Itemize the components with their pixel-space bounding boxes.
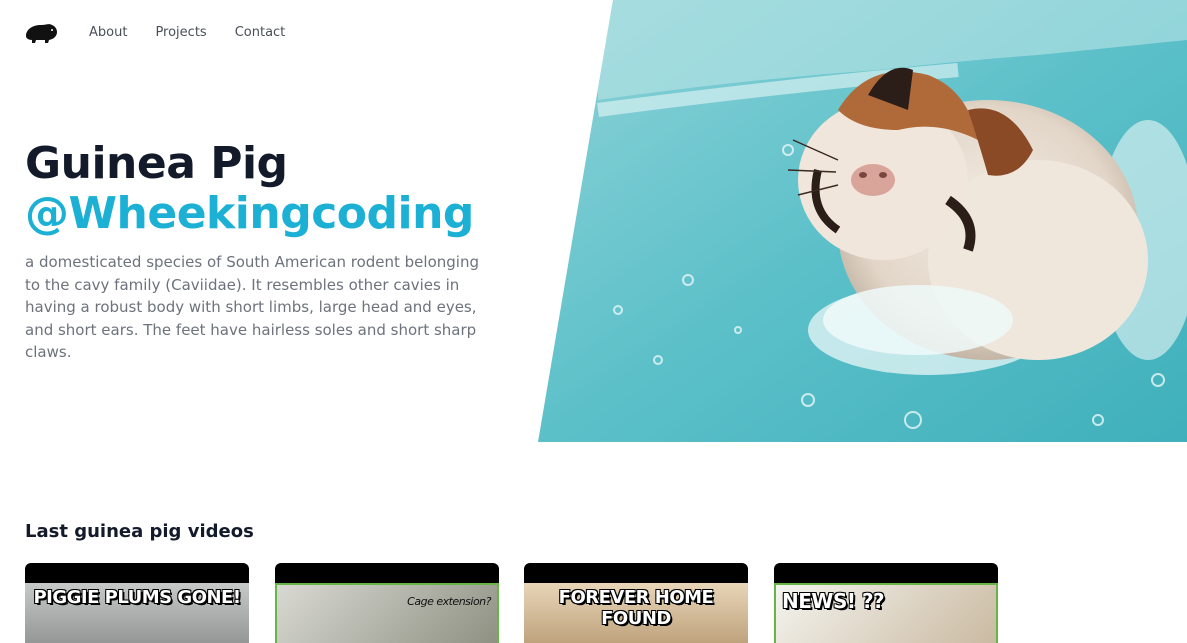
videos-section-title: Last guinea pig videos (25, 521, 254, 542)
nav-link-contact[interactable]: Contact (235, 25, 286, 40)
nav-link-about[interactable]: About (89, 25, 127, 40)
hero-guinea-pig-image (538, 0, 1187, 442)
video-thumbnail: FOREVER HOME FOUND (524, 583, 748, 643)
video-card[interactable]: PIGGIE PLUMS GONE! (25, 563, 249, 643)
video-thumbnail-text: Cage extension? (407, 595, 491, 608)
video-card[interactable]: FOREVER HOME FOUND (524, 563, 748, 643)
nav-link-projects[interactable]: Projects (155, 25, 206, 40)
video-thumbnail: NEWS! ?? (774, 583, 998, 643)
video-thumbnail-text: FOREVER HOME FOUND (558, 587, 714, 629)
hero-title: Guinea Pig @Wheekingcoding (25, 139, 474, 239)
guinea-pig-logo-icon[interactable] (24, 22, 58, 44)
hero-description: a domesticated species of South American… (25, 253, 479, 361)
main-nav: About Projects Contact (89, 25, 285, 40)
video-thumbnail: Cage extension? (275, 583, 499, 643)
video-thumbnail-text: NEWS! ?? (782, 589, 885, 613)
hero-title-handle: @Wheekingcoding (25, 188, 474, 239)
video-card[interactable]: Cage extension? (275, 563, 499, 643)
hero-title-main: Guinea Pig (25, 138, 288, 189)
video-thumbnail: PIGGIE PLUMS GONE! (25, 583, 249, 643)
video-thumbnail-text: PIGGIE PLUMS GONE! (33, 587, 241, 608)
video-card[interactable]: NEWS! ?? (774, 563, 998, 643)
